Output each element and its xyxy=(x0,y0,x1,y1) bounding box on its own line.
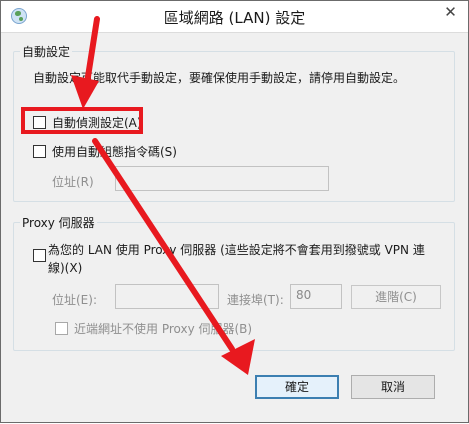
advanced-button[interactable]: 進階(C) xyxy=(351,285,441,309)
script-address-input[interactable] xyxy=(115,166,329,191)
bypass-local-checkbox[interactable] xyxy=(55,322,68,335)
proxy-port-label: 連接埠(T): xyxy=(227,293,284,307)
use-script-label[interactable]: 使用自動組態指令碼(S) xyxy=(52,143,177,160)
script-address-label: 位址(R) xyxy=(52,175,94,189)
ok-button[interactable]: 確定 xyxy=(255,375,339,399)
use-script-row[interactable]: 使用自動組態指令碼(S) xyxy=(33,143,177,160)
cancel-button[interactable]: 取消 xyxy=(351,375,435,399)
dialog-title: 區域網路 (LAN) 設定 xyxy=(163,9,306,27)
proxy-group-title: Proxy 伺服器 xyxy=(20,214,97,231)
proxy-address-label: 位址(E): xyxy=(52,293,97,307)
use-script-checkbox[interactable] xyxy=(33,145,46,158)
annotation-highlight-box xyxy=(21,107,143,134)
auto-config-group-title: 自動設定 xyxy=(20,43,73,60)
bypass-local-label[interactable]: 近端網址不使用 Proxy 伺服器(B) xyxy=(74,320,252,337)
lan-settings-dialog: 區域網路 (LAN) 設定 ✕ 自動設定 自動設定可能取代手動設定，要確保使用手… xyxy=(0,0,469,423)
use-proxy-label[interactable]: 為您的 LAN 使用 Proxy 伺服器 (這些設定將不會套用到撥號或 VPN … xyxy=(48,241,428,277)
use-proxy-checkbox[interactable] xyxy=(33,249,46,262)
title-bar: 區域網路 (LAN) 設定 ✕ xyxy=(1,1,468,33)
close-button[interactable]: ✕ xyxy=(438,2,463,22)
bypass-local-row[interactable]: 近端網址不使用 Proxy 伺服器(B) xyxy=(55,320,252,337)
auto-config-description: 自動設定可能取代手動設定，要確保使用手動設定，請停用自動設定。 xyxy=(33,71,406,85)
proxy-address-input[interactable] xyxy=(115,284,219,309)
proxy-port-input[interactable]: 80 xyxy=(290,284,342,309)
